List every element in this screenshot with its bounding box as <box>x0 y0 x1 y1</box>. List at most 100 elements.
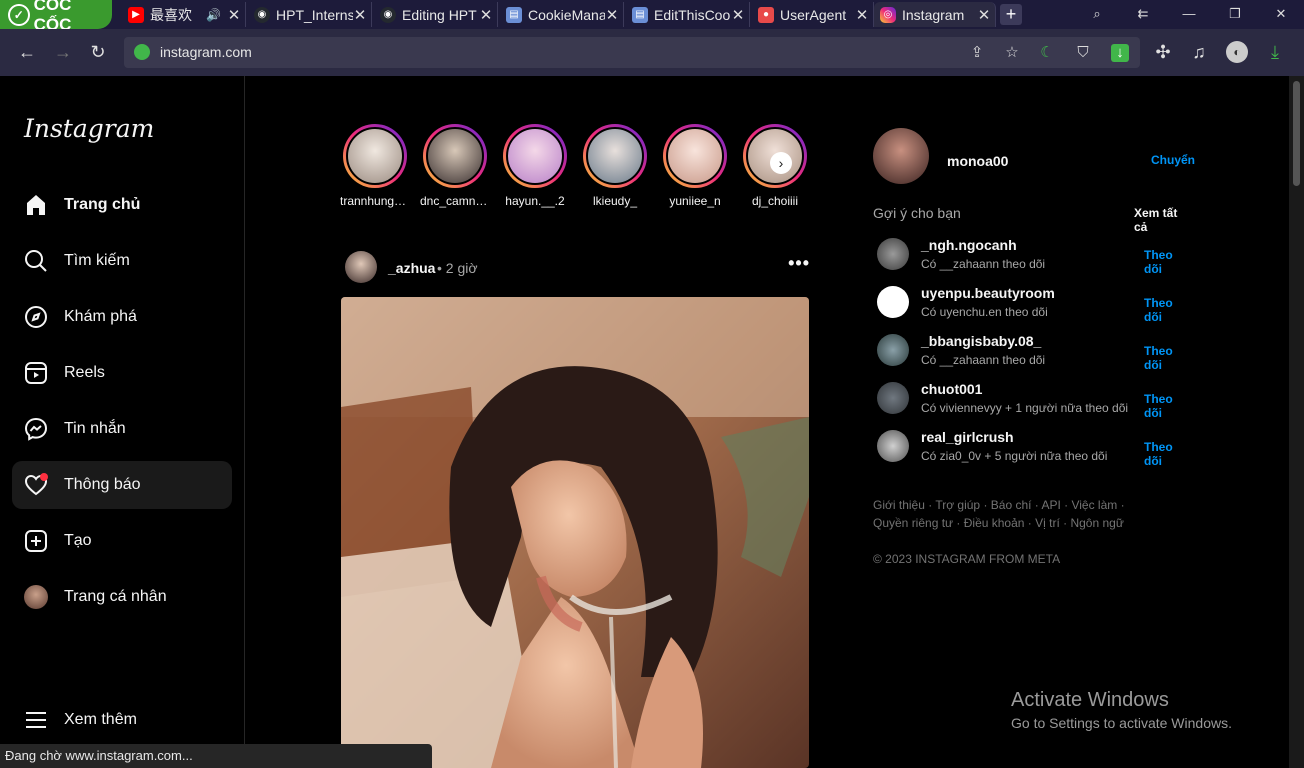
tab-close-icon[interactable]: ✕ <box>605 6 619 24</box>
scrollbar-thumb[interactable] <box>1293 81 1300 186</box>
back-icon[interactable]: ← <box>16 41 38 63</box>
browser-toolbar: ← → ↻ instagram.com ⇪ ☆ ☾ ⛉ ↓ ✣ ♫ ◐ ⤓ <box>0 29 1304 76</box>
tab-cookiemanager[interactable]: ▤ CookieManager ✕ <box>500 2 624 27</box>
suggestion-avatar[interactable] <box>877 430 909 462</box>
coccoc-logo-icon: ✓ <box>8 3 30 26</box>
tab-search-icon[interactable]: ⌕ <box>1082 4 1112 24</box>
youtube-icon: ▶ <box>128 6 144 23</box>
nav-messages[interactable]: Tin nhắn <box>12 405 232 453</box>
dark-mode-icon[interactable]: ☾ <box>1038 44 1056 62</box>
tab-close-icon[interactable]: ✕ <box>855 6 869 24</box>
nav-home[interactable]: Trang chủ <box>12 181 232 229</box>
post-username[interactable]: _azhua <box>388 260 435 276</box>
download-video-icon[interactable]: ↓ <box>1111 44 1129 62</box>
nav-profile[interactable]: Trang cá nhân <box>12 573 232 621</box>
suggestion-avatar[interactable] <box>877 286 909 318</box>
story-item[interactable]: dnc_camnhung <box>420 124 490 208</box>
forward-icon[interactable]: → <box>52 41 74 63</box>
follow-button[interactable]: Theo dõi <box>1144 344 1193 372</box>
compass-icon <box>24 305 48 329</box>
windows-activation-watermark: Activate Windows Go to Settings to activ… <box>1011 689 1232 731</box>
tab-close-icon[interactable]: ✕ <box>731 6 745 24</box>
see-all-link[interactable]: Xem tất cả <box>1134 206 1193 234</box>
nav-create[interactable]: Tạo <box>12 517 232 565</box>
extensions-icon[interactable]: ✣ <box>1152 41 1174 63</box>
heart-icon <box>24 473 48 497</box>
share-icon[interactable]: ⇪ <box>968 44 986 62</box>
extension-icon: ▤ <box>506 6 522 23</box>
tab-github-editing[interactable]: ◉ Editing HPT ✕ <box>374 2 498 27</box>
suggestion-avatar[interactable] <box>877 238 909 270</box>
reload-icon[interactable]: ↻ <box>87 41 109 63</box>
post-image[interactable] <box>341 297 809 768</box>
close-window-icon[interactable]: ✕ <box>1266 4 1296 24</box>
suggestion-item: chuot001 Có viviennevyy + 1 người nữa th… <box>873 378 1193 422</box>
suggestion-avatar[interactable] <box>877 334 909 366</box>
follow-button[interactable]: Theo dõi <box>1144 440 1193 468</box>
suggestion-avatar[interactable] <box>877 382 909 414</box>
instagram-logo[interactable]: Instagram <box>24 114 154 143</box>
extension-icon: ● <box>758 6 774 23</box>
ig-sidebar: Instagram Trang chủ Tìm kiếm Khám phá Re… <box>0 76 245 768</box>
tab-close-icon[interactable]: ✕ <box>479 6 493 24</box>
page-scrollbar[interactable] <box>1289 76 1304 768</box>
suggestion-item: uyenpu.beautyroom Có uyenchu.en theo dõi… <box>873 282 1193 326</box>
hamburger-menu-icon <box>24 708 48 732</box>
my-avatar[interactable] <box>873 128 929 184</box>
sidebar-toggle-icon[interactable]: ⇇ <box>1128 4 1158 24</box>
extension-icon: ▤ <box>632 6 648 23</box>
nav-explore[interactable]: Khám phá <box>12 293 232 341</box>
story-item[interactable]: hayun.__.2 <box>500 124 570 208</box>
nav-more[interactable]: Xem thêm <box>12 696 232 744</box>
tab-editthiscookie[interactable]: ▤ EditThisCookie ✕ <box>626 2 750 27</box>
bookmark-star-icon[interactable]: ☆ <box>1003 44 1021 62</box>
coccoc-menu-button[interactable]: ✓ CỐC CỐC <box>0 0 112 34</box>
footer-links[interactable]: Giới thiệu · Trợ giúp · Báo chí · API · … <box>873 496 1163 532</box>
story-item[interactable]: trannhunguyen <box>340 124 410 208</box>
search-icon <box>24 249 48 273</box>
tab-useragent[interactable]: ● UserAgent ✕ <box>752 2 874 27</box>
story-avatar <box>506 127 564 185</box>
stories-next-button[interactable]: › <box>770 152 792 174</box>
profile-avatar-icon[interactable]: ◐ <box>1226 41 1248 63</box>
restore-icon[interactable]: ❐ <box>1220 4 1250 24</box>
tab-instagram[interactable]: ◎ Instagram ✕ <box>874 2 996 27</box>
browser-tab-bar: ✓ CỐC CỐC ▶ 最喜欢 🔊 ✕ ◉ HPT_Internship ✕ ◉… <box>0 0 1304 34</box>
new-tab-button[interactable]: + <box>1000 4 1022 25</box>
tab-github-internship[interactable]: ◉ HPT_Internship ✕ <box>248 2 372 27</box>
speaker-icon[interactable]: 🔊 <box>206 8 221 22</box>
story-avatar <box>346 127 404 185</box>
shield-icon[interactable]: ⛉ <box>1074 44 1092 62</box>
follow-button[interactable]: Theo dõi <box>1144 392 1193 420</box>
tab-close-icon[interactable]: ✕ <box>227 6 241 24</box>
suggestion-item: real_girlcrush Có zia0_0v + 5 người nữa … <box>873 426 1193 470</box>
reels-icon <box>24 361 48 385</box>
follow-button[interactable]: Theo dõi <box>1144 248 1193 276</box>
follow-button[interactable]: Theo dõi <box>1144 296 1193 324</box>
url-text[interactable]: instagram.com <box>160 44 252 60</box>
my-username[interactable]: monoa00 <box>947 153 1008 169</box>
nav-search[interactable]: Tìm kiếm <box>12 237 232 285</box>
tab-close-icon[interactable]: ✕ <box>353 6 367 24</box>
downloads-icon[interactable]: ⤓ <box>1264 41 1286 63</box>
post-author-avatar[interactable] <box>345 251 377 283</box>
story-avatar <box>586 127 644 185</box>
nav-reels[interactable]: Reels <box>12 349 232 397</box>
story-item[interactable]: lkieudy_ <box>580 124 650 208</box>
playlist-icon[interactable]: ♫ <box>1188 41 1210 63</box>
story-avatar <box>666 127 724 185</box>
tab-youtube[interactable]: ▶ 最喜欢 🔊 ✕ <box>122 2 246 27</box>
plus-square-icon <box>24 529 48 553</box>
secure-lock-icon <box>134 44 150 60</box>
github-icon: ◉ <box>254 6 270 23</box>
post-time: • 2 giờ <box>437 260 478 276</box>
minimize-icon[interactable]: — <box>1174 4 1204 24</box>
post-options-icon[interactable]: ••• <box>788 253 810 274</box>
tab-close-icon[interactable]: ✕ <box>977 6 991 24</box>
switch-account-link[interactable]: Chuyển <box>1151 153 1195 167</box>
nav-notifications[interactable]: Thông báo <box>12 461 232 509</box>
story-item[interactable]: yuniiee_n <box>660 124 730 208</box>
address-bar[interactable]: instagram.com ⇪ ☆ ☾ ⛉ ↓ <box>124 37 1140 68</box>
instagram-icon: ◎ <box>880 6 896 23</box>
story-avatar <box>426 127 484 185</box>
